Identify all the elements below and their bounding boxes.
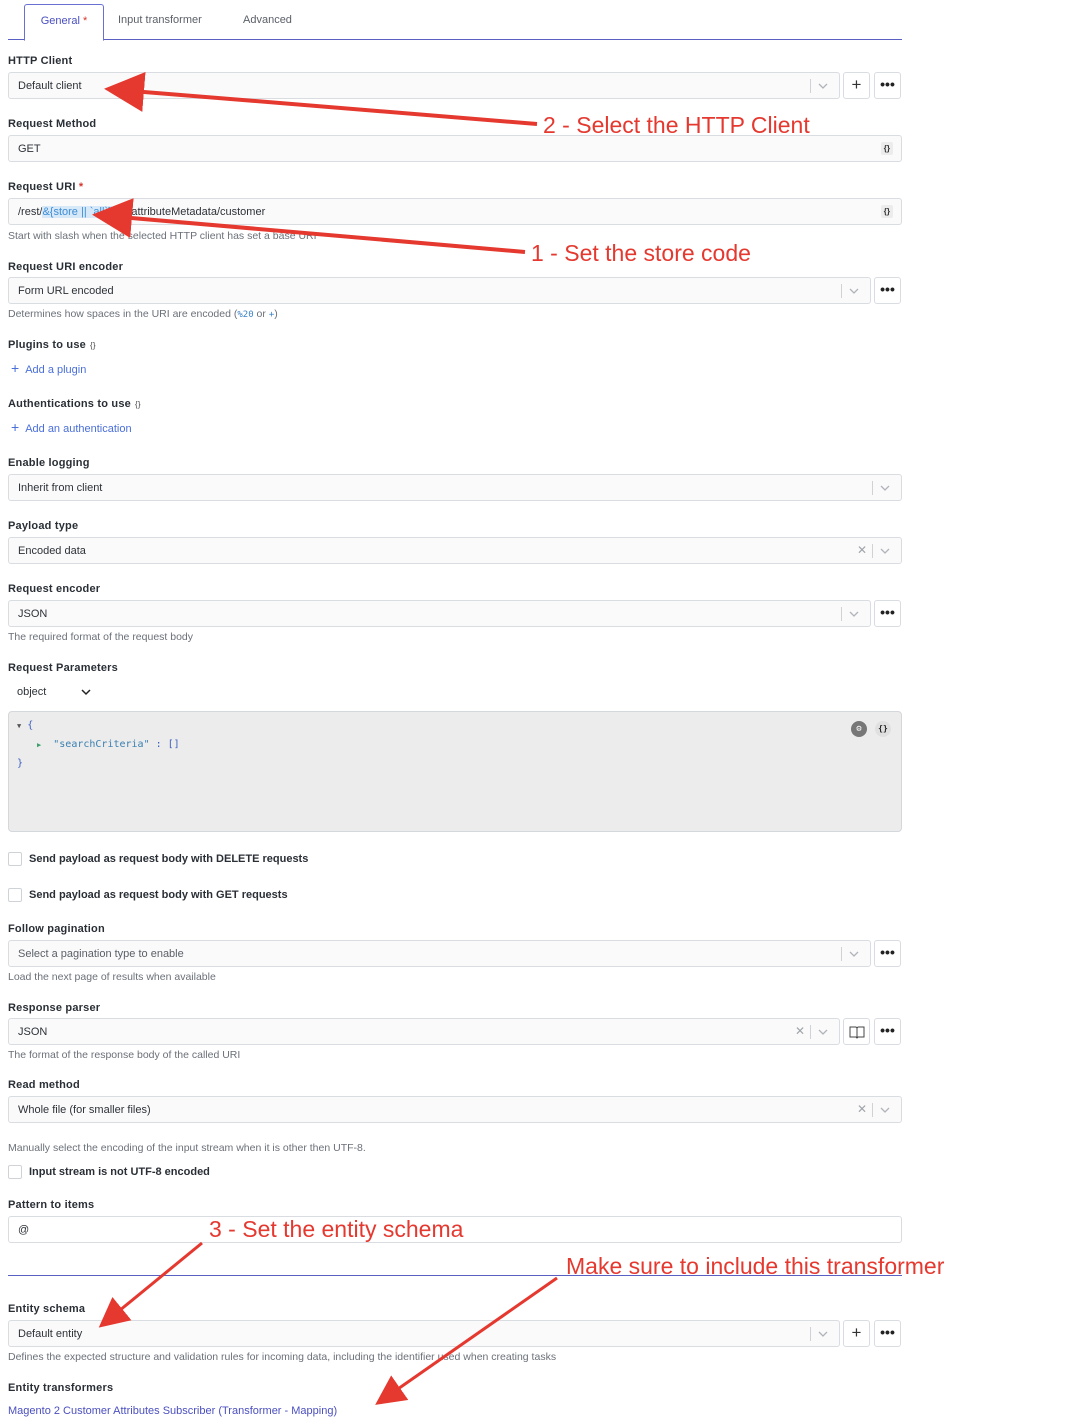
arrow-1 [104, 72, 538, 126]
arrow-3 [98, 1241, 203, 1328]
arrow-4 [375, 1276, 558, 1405]
annotation-arrows [92, 72, 558, 1405]
arrow-2 [92, 198, 526, 254]
